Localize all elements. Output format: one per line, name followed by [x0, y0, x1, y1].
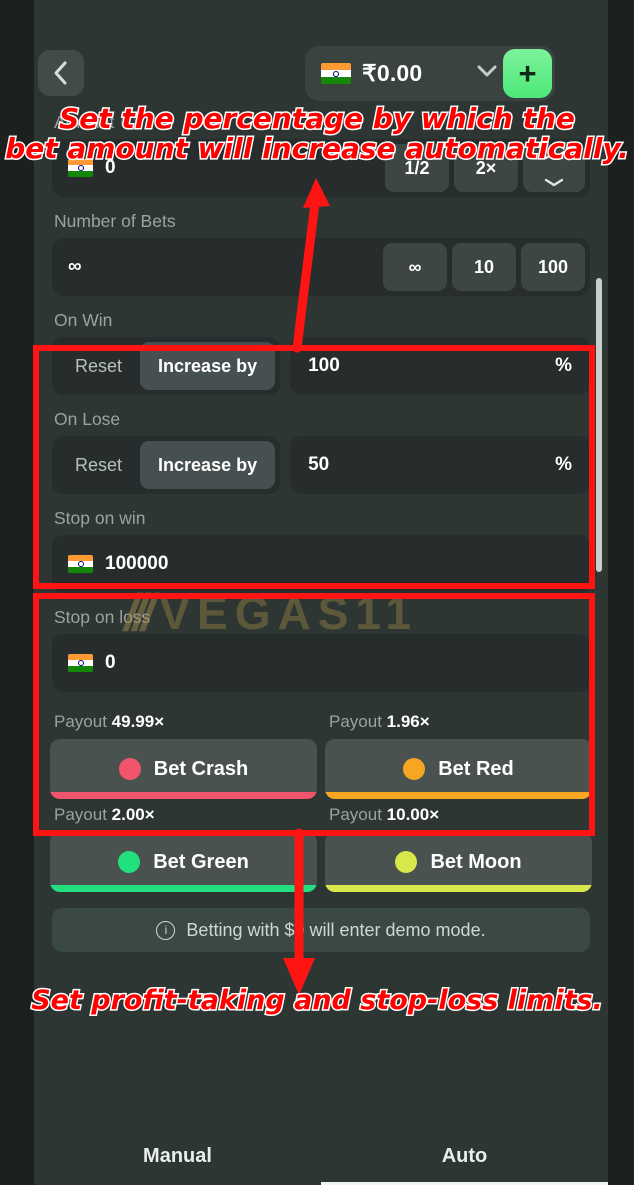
annotation-arrow-up-head: [303, 178, 330, 208]
annotation-line-1: Set the percentage by which the: [58, 102, 577, 135]
annotation-overlay: [33, 178, 595, 995]
screen-root: ₹0.00 + Amount i 0 1/2 2× Number of Bets…: [0, 0, 634, 1200]
annotation-arrow-up-line: [292, 190, 321, 353]
annotation-text-increase: Set the percentage by which the bet amou…: [0, 102, 634, 166]
annotation-box-increase: [33, 345, 595, 589]
annotation-text-stop-limits: Set profit-taking and stop-loss limits.: [0, 984, 634, 1016]
annotation-line-1: Set profit-taking and stop-loss limits.: [30, 984, 605, 1016]
annotation-line-2: bet amount will increase automatically.: [4, 132, 631, 166]
annotation-box-stop-limits: [33, 593, 595, 836]
page-bottom-strip: [0, 1185, 634, 1200]
